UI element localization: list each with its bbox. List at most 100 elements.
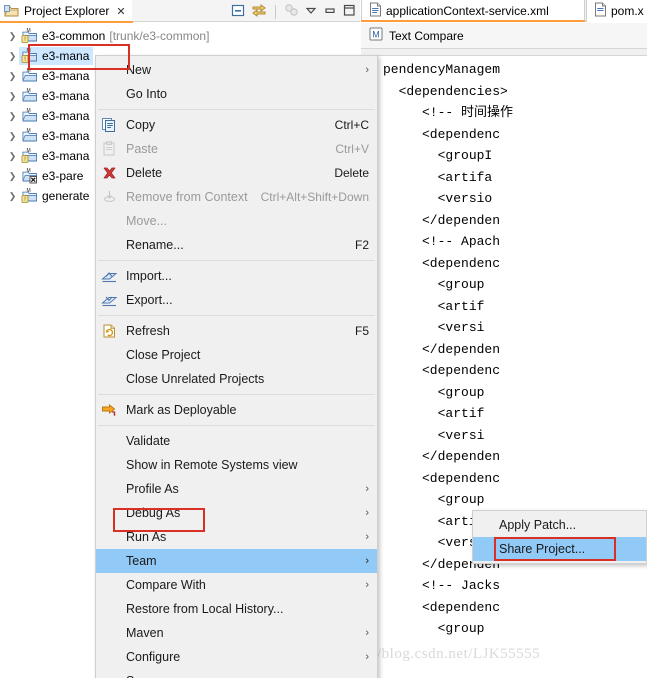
- menu-item-run-as[interactable]: Run As ›: [96, 525, 377, 549]
- menu-item-refresh[interactable]: Refresh F5: [96, 319, 377, 343]
- menu-item-label: Run As: [126, 530, 167, 544]
- tab-project-explorer[interactable]: Project Explorer ✕: [0, 0, 132, 22]
- maximize-icon[interactable]: [342, 3, 356, 20]
- project-folder-icon: M: [21, 128, 39, 144]
- editor-tab-applicationcontext[interactable]: applicationContext-service.xml: [361, 0, 585, 22]
- menu-item-validate[interactable]: Validate: [96, 429, 377, 453]
- menu-item-compare-with[interactable]: Compare With ›: [96, 573, 377, 597]
- menu-item-label: Close Project: [126, 348, 201, 362]
- editor-tab-pom[interactable]: pom.x: [586, 0, 647, 22]
- expand-arrow-icon[interactable]: ❯: [6, 90, 19, 103]
- submenu-item-share-project[interactable]: Share Project...: [473, 537, 646, 561]
- menu-item-label: Close Unrelated Projects: [126, 372, 265, 386]
- view-menu-icon[interactable]: [304, 3, 318, 20]
- tree-item-content[interactable]: M! e3-mana: [19, 147, 93, 165]
- menu-item-label: Compare With: [126, 578, 206, 592]
- menu-item-shortcut: Ctrl+V: [335, 142, 369, 156]
- tree-item-label: e3-pare: [42, 169, 84, 183]
- menu-item-export[interactable]: Export...: [96, 288, 377, 312]
- menu-item-debug-as[interactable]: Debug As ›: [96, 501, 377, 525]
- project-context-menu[interactable]: New › Go Into Copy Ctrl+C Paste Ctrl+V Delete De…: [95, 55, 378, 678]
- menu-item-show-in-remote-systems-view[interactable]: Show in Remote Systems view: [96, 453, 377, 477]
- filter-icon[interactable]: [284, 3, 299, 21]
- menu-item-new[interactable]: New ›: [96, 58, 377, 82]
- expand-arrow-icon[interactable]: ❯: [6, 110, 19, 123]
- chevron-right-icon: ›: [365, 627, 369, 639]
- menu-item-delete[interactable]: Delete Delete: [96, 161, 377, 185]
- menu-item-label: Maven: [126, 626, 164, 640]
- menu-item-copy[interactable]: Copy Ctrl+C: [96, 113, 377, 137]
- team-submenu[interactable]: Apply Patch... Share Project...: [472, 510, 647, 564]
- menu-item-restore-from-local-history[interactable]: Restore from Local History...: [96, 597, 377, 621]
- menu-item-label: Delete: [126, 166, 163, 180]
- tree-item-e3-common-0[interactable]: ❯ M! e3-common [trunk/e3-common]: [0, 26, 360, 46]
- code-compare-pane[interactable]: pendencyManagem <dependencies> <!-- 时间操作…: [361, 57, 647, 678]
- menu-item-shortcut: F2: [354, 238, 369, 252]
- svg-text:M: M: [27, 128, 31, 134]
- tree-item-content[interactable]: Me3-mana: [19, 87, 93, 105]
- menu-item-label: Remove from Context: [126, 190, 248, 204]
- expand-arrow-icon[interactable]: ❯: [6, 70, 19, 83]
- expand-arrow-icon[interactable]: ❯: [6, 130, 19, 143]
- minimize-icon[interactable]: [323, 3, 337, 20]
- menu-item-shortcut: F5: [354, 324, 369, 338]
- svg-text:M: M: [27, 48, 31, 54]
- svg-text:M: M: [27, 88, 31, 94]
- submenu-item-apply-patch[interactable]: Apply Patch...: [473, 513, 646, 537]
- menu-item-label: Mark as Deployable: [126, 403, 237, 417]
- tree-item-label: e3-mana: [42, 89, 90, 103]
- menu-item-label: Move...: [126, 214, 167, 228]
- tree-item-content[interactable]: Me3-mana: [19, 107, 93, 125]
- tree-item-content[interactable]: M! generate: [19, 187, 93, 205]
- expand-arrow-icon[interactable]: ❯: [6, 190, 19, 203]
- link-with-editor-icon[interactable]: [251, 3, 267, 21]
- menu-item-mark-as-deployable[interactable]: Mark as Deployable: [96, 398, 377, 422]
- menu-item-label: Validate: [126, 434, 171, 448]
- menu-item-configure[interactable]: Configure ›: [96, 645, 377, 669]
- menu-item-source[interactable]: Source›: [96, 669, 377, 678]
- tree-item-content[interactable]: Me3-mana: [19, 127, 93, 145]
- project-folder-icon: M: [21, 68, 39, 84]
- menu-item-close-unrelated-projects[interactable]: Close Unrelated Projects: [96, 367, 377, 391]
- tree-item-content[interactable]: Me3-pare: [19, 167, 87, 185]
- menu-item-label: Restore from Local History...: [126, 602, 284, 616]
- chevron-right-icon: ›: [365, 555, 369, 567]
- menu-item-profile-as[interactable]: Profile As ›: [96, 477, 377, 501]
- menu-item-close-project[interactable]: Close Project: [96, 343, 377, 367]
- code-content: pendencyManagem <dependencies> <!-- 时间操作…: [383, 62, 514, 636]
- expand-arrow-icon[interactable]: ❯: [6, 170, 19, 183]
- view-tab-label: Project Explorer: [24, 4, 110, 18]
- submenu-item-label: Share Project...: [499, 542, 586, 556]
- text-compare-label: Text Compare: [389, 28, 464, 43]
- menu-item-team[interactable]: Team ›: [96, 549, 377, 573]
- menu-item-shortcut: Ctrl+Alt+Shift+Down: [260, 190, 369, 204]
- expand-arrow-icon[interactable]: ❯: [6, 50, 19, 63]
- menu-item-move: Move...: [96, 209, 377, 233]
- svg-text:!: !: [24, 196, 26, 203]
- svg-text:!: !: [24, 56, 26, 63]
- editor-tab-active-underline: [361, 20, 585, 22]
- menu-item-import[interactable]: Import...: [96, 264, 377, 288]
- tree-item-content[interactable]: M! e3-mana: [19, 47, 94, 65]
- expand-arrow-icon[interactable]: ❯: [6, 150, 19, 163]
- project-folder-icon: M: [21, 168, 39, 184]
- menu-item-maven[interactable]: Maven ›: [96, 621, 377, 645]
- xml-file-icon: [594, 2, 607, 20]
- svg-text:M: M: [372, 30, 380, 40]
- menu-item-label: Team: [126, 554, 157, 568]
- menu-item-label: New: [126, 63, 152, 77]
- project-folder-icon: M!: [21, 188, 39, 204]
- menu-item-label: Show in Remote Systems view: [126, 458, 298, 472]
- menu-item-go-into[interactable]: Go Into: [96, 82, 377, 106]
- editor-tabbar: applicationContext-service.xml pom.x: [361, 0, 647, 22]
- tree-item-content[interactable]: Me3-mana: [19, 67, 93, 85]
- menu-separator: [98, 425, 375, 426]
- tree-item-label: e3-mana: [42, 49, 90, 63]
- expand-arrow-icon[interactable]: ❯: [6, 30, 19, 43]
- tree-item-content[interactable]: M! e3-common [trunk/e3-common]: [19, 27, 213, 45]
- close-icon[interactable]: ✕: [116, 5, 125, 18]
- menu-item-label: Profile As: [126, 482, 179, 496]
- svg-text:!: !: [24, 36, 26, 43]
- menu-item-rename[interactable]: Rename... F2: [96, 233, 377, 257]
- collapse-all-icon[interactable]: [231, 3, 246, 21]
